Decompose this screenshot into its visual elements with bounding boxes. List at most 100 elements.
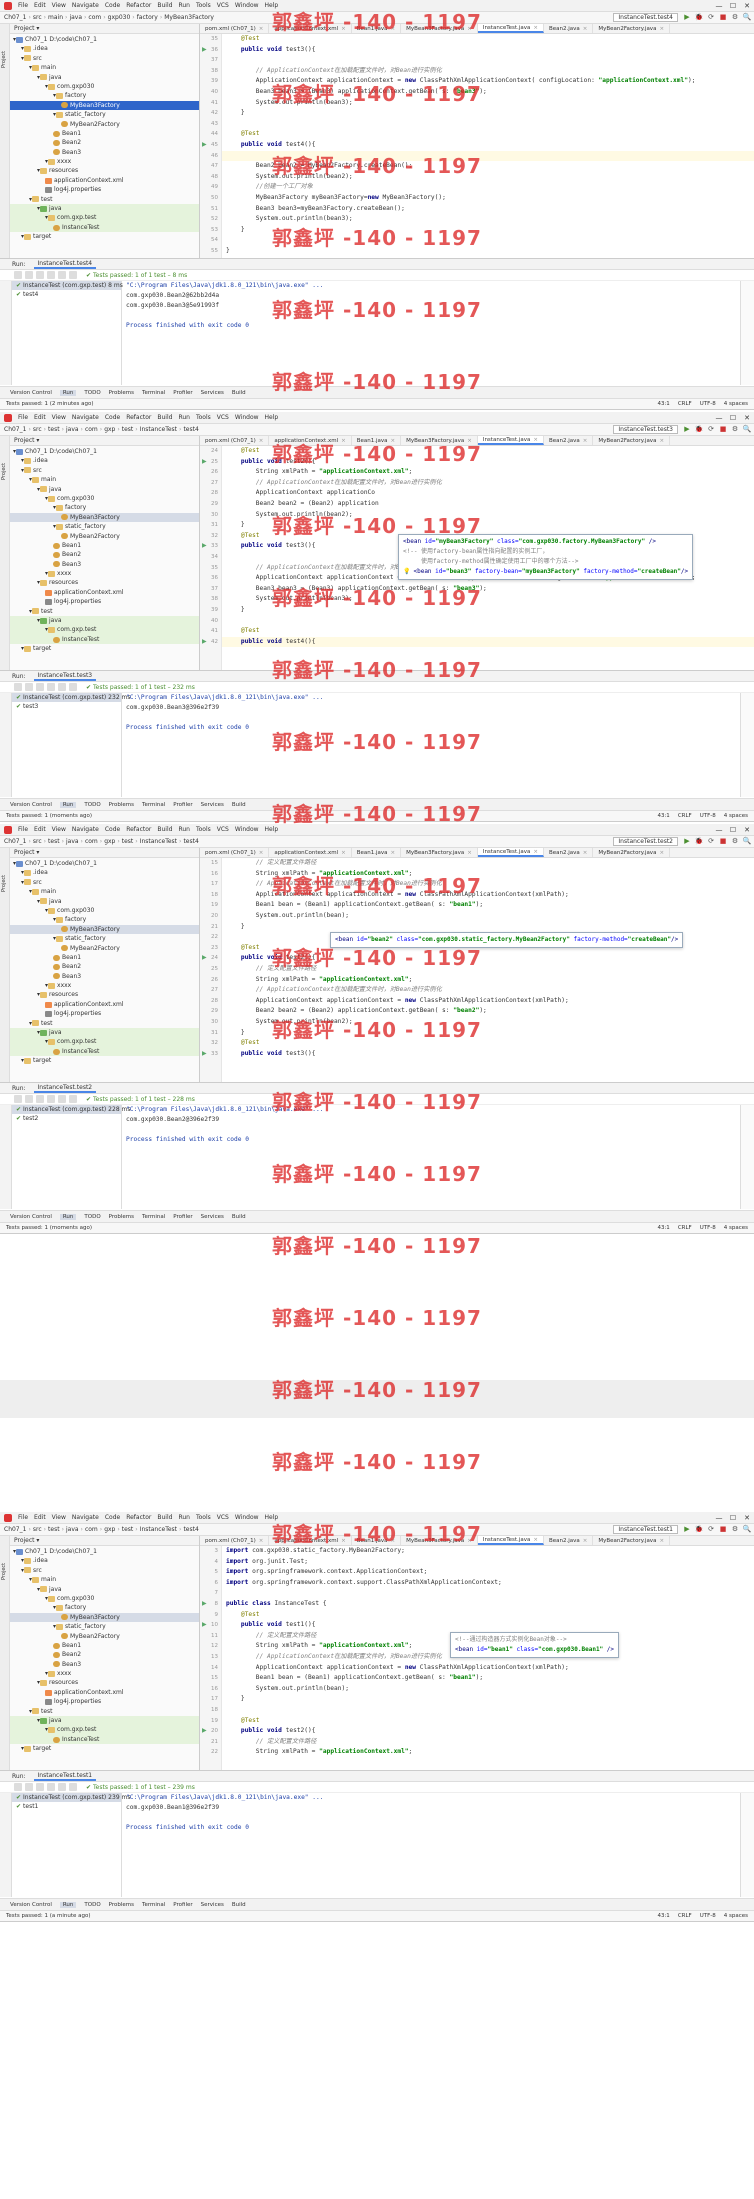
editor-tab[interactable]: Bean1.java × (352, 1536, 402, 1545)
menu-item[interactable]: Refactor (126, 2, 151, 9)
menu-item[interactable]: Refactor (126, 826, 151, 833)
collapse-icon[interactable] (69, 683, 77, 691)
test-node[interactable]: ✔ test1 (12, 1802, 121, 1811)
tree-node[interactable]: ▾ target (10, 644, 199, 653)
tree-node[interactable]: ▾ Ch07_1 D:\code\Ch07_1 (10, 1547, 199, 1556)
editor-tab[interactable]: pom.xml (Ch07_1) × (200, 848, 270, 857)
tool-window-button[interactable]: Run (59, 801, 77, 808)
expand-icon[interactable] (58, 1783, 66, 1791)
tree-node[interactable]: MyBean3Factory (10, 1612, 199, 1623)
tool-window-button[interactable]: TODO (84, 1214, 100, 1220)
tool-window-button[interactable]: Problems (109, 1214, 134, 1220)
sort-alpha-icon[interactable] (47, 683, 55, 691)
debug-icon[interactable]: 🐞 (694, 837, 704, 846)
debug-icon[interactable]: 🐞 (694, 425, 704, 434)
editor-tab[interactable]: MyBean2Factory.java × (593, 1536, 671, 1545)
tree-node[interactable]: ▾ .idea (10, 44, 199, 53)
tree-node[interactable]: ▾ static_factory (10, 934, 199, 943)
gear-icon[interactable]: ⚙ (730, 425, 740, 434)
breadcrumb-item[interactable]: InstanceTest (140, 1526, 177, 1533)
minimize-icon[interactable]: — (712, 2, 726, 10)
tree-node[interactable]: Bean3 (10, 972, 199, 981)
close-icon[interactable]: × (659, 436, 664, 445)
tool-window-button[interactable]: TODO (84, 802, 100, 808)
tree-node[interactable]: ▾ static_factory (10, 1622, 199, 1631)
editor-tab[interactable]: MyBean3Factory.java × (401, 848, 478, 857)
tree-node[interactable]: ▾ test (10, 1707, 199, 1716)
tree-node[interactable]: ▾ xxxx (10, 157, 199, 166)
menu-item[interactable]: Edit (34, 1514, 46, 1521)
run-config-select[interactable]: InstanceTest.test3 (613, 425, 678, 434)
tree-node[interactable]: MyBean2Factory (10, 120, 199, 129)
menu-item[interactable]: File (18, 1514, 28, 1521)
tree-node[interactable]: MyBean3Factory (10, 512, 199, 523)
tool-window-button[interactable]: Terminal (142, 390, 165, 396)
tree-node[interactable]: Bean1 (10, 953, 199, 962)
close-icon[interactable]: × (391, 848, 396, 857)
breadcrumb-item[interactable]: test4 (183, 1526, 198, 1533)
tree-node[interactable]: log4j.properties (10, 185, 199, 194)
maximize-icon[interactable]: ☐ (726, 414, 740, 422)
collapse-icon[interactable] (69, 1095, 77, 1103)
run-tab[interactable]: InstanceTest.test4 (33, 260, 97, 269)
close-icon[interactable]: × (341, 1536, 346, 1545)
tree-node[interactable]: ▾ target (10, 232, 199, 241)
editor-tab[interactable]: InstanceTest.java × (477, 436, 544, 445)
tree-node[interactable]: Bean2 (10, 550, 199, 559)
tool-window-button[interactable]: Version Control (10, 390, 52, 396)
run-icon[interactable]: ▶ (682, 1525, 692, 1534)
menu-item[interactable]: VCS (217, 414, 229, 421)
test-node[interactable]: ✔ test2 (12, 1114, 121, 1123)
tool-window-button[interactable]: TODO (84, 1902, 100, 1908)
editor-tab[interactable]: InstanceTest.java × (477, 848, 544, 857)
close-icon[interactable]: × (533, 436, 538, 445)
tree-node[interactable]: ▾ com.gxp030 (10, 906, 199, 915)
breadcrumb-item[interactable]: gxp (104, 838, 115, 845)
code-editor[interactable]: 24 25 ▶ 26 27 28 29 30 31 32 33 ▶ 34 35 36 37 38 39 40 41 42… (200, 446, 754, 670)
code-lines[interactable]: import com.gxp030.static_factory.MyBean2… (222, 1546, 754, 1770)
console-output[interactable]: "C:\Program Files\Java\jdk1.8.0_121\bin\… (122, 693, 740, 797)
menu-item[interactable]: View (52, 414, 66, 421)
close-icon[interactable]: × (341, 436, 346, 445)
tool-window-button[interactable]: Services (201, 1902, 224, 1908)
run-config-select[interactable]: InstanceTest.test2 (613, 837, 678, 846)
close-icon[interactable]: × (659, 24, 664, 33)
tool-window-button[interactable]: Build (232, 1214, 246, 1220)
tree-node[interactable]: ▾ test (10, 1019, 199, 1028)
editor-tab[interactable]: MyBean3Factory.java × (401, 1536, 478, 1545)
breadcrumb-item[interactable]: java (69, 14, 82, 21)
maximize-icon[interactable]: ☐ (726, 826, 740, 834)
tree-node[interactable]: ▾ resources (10, 578, 199, 587)
tree-node[interactable]: ▾ Ch07_1 D:\code\Ch07_1 (10, 35, 199, 44)
breadcrumb-item[interactable]: com (88, 14, 101, 21)
run-icon[interactable]: ▶ (682, 837, 692, 846)
project-tool-button[interactable]: Project (1, 51, 7, 68)
run-test-icon[interactable]: ▶ (202, 457, 207, 468)
status-item[interactable]: 4 spaces (724, 813, 748, 819)
breadcrumb-item[interactable]: test (48, 1526, 60, 1533)
tree-node[interactable]: ▾ resources (10, 1678, 199, 1687)
tree-node[interactable]: ▾ src (10, 466, 199, 475)
tool-window-button[interactable]: Version Control (10, 1214, 52, 1220)
close-icon[interactable]: × (533, 24, 538, 33)
tree-node[interactable]: ▾ .idea (10, 456, 199, 465)
breadcrumb-item[interactable]: Ch07_1 (4, 14, 26, 21)
tree-node[interactable]: applicationContext.xml (10, 1000, 199, 1009)
breadcrumb-item[interactable]: java (66, 426, 79, 433)
maximize-icon[interactable]: ☐ (726, 1514, 740, 1522)
menu-item[interactable]: Refactor (126, 1514, 151, 1521)
editor-tab[interactable]: pom.xml (Ch07_1) × (200, 24, 270, 33)
tree-node[interactable]: InstanceTest (10, 634, 199, 645)
tree-node[interactable]: ▾ Ch07_1 D:\code\Ch07_1 (10, 447, 199, 456)
breadcrumb-item[interactable]: Ch07_1 (4, 838, 26, 845)
tree-node[interactable]: InstanceTest (10, 1734, 199, 1745)
stop-icon[interactable]: ■ (718, 13, 728, 22)
menu-item[interactable]: View (52, 1514, 66, 1521)
menu-item[interactable]: Run (178, 826, 190, 833)
gear-icon[interactable]: ⚙ (730, 1525, 740, 1534)
tree-node[interactable]: ▾ java (10, 1585, 199, 1594)
tree-node[interactable]: ▾ xxxx (10, 569, 199, 578)
menu-item[interactable]: Code (105, 1514, 120, 1521)
tree-node[interactable]: Bean2 (10, 138, 199, 147)
project-view-label[interactable]: Project ▾ (14, 25, 39, 32)
